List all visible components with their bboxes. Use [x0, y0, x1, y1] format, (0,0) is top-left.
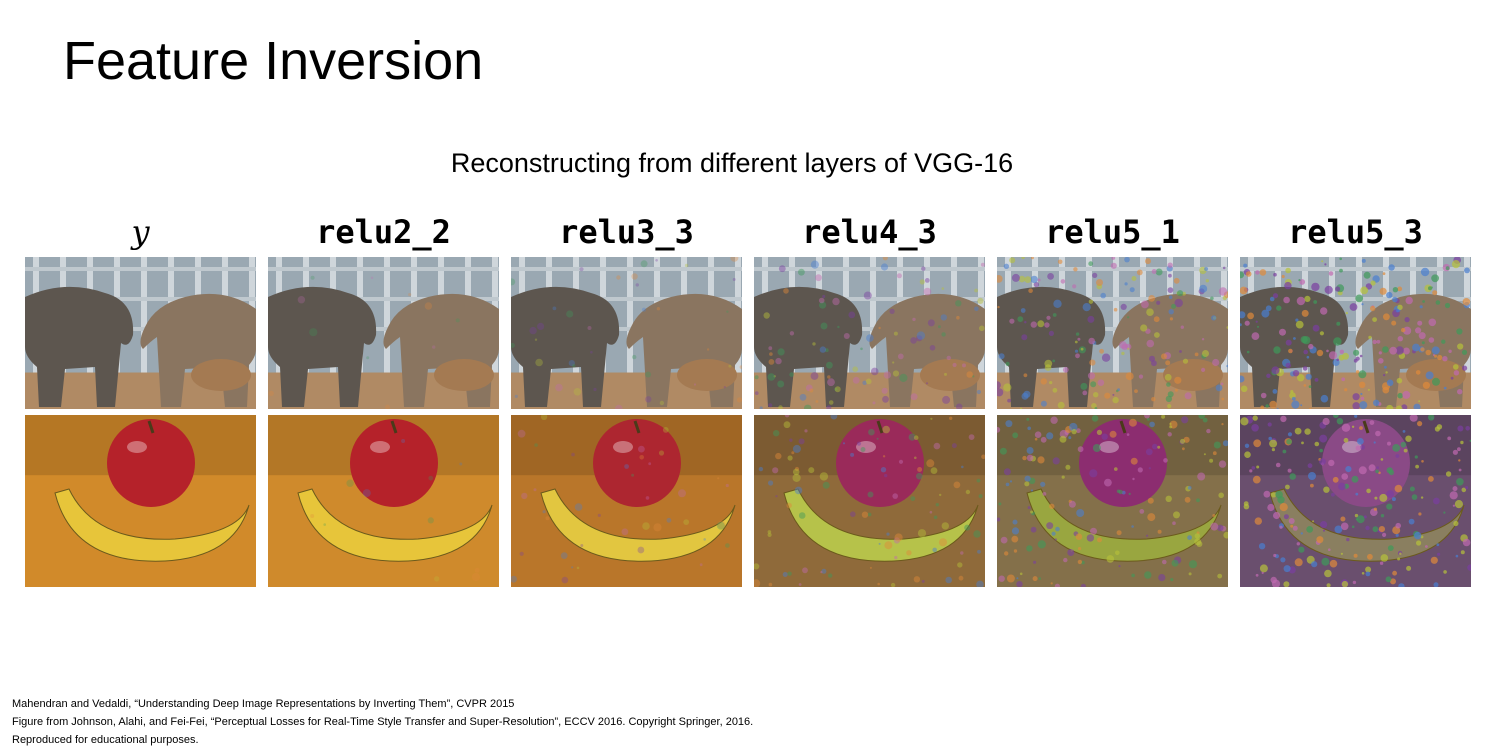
elephants-image: [1240, 257, 1471, 409]
apple-banana-image: [1240, 415, 1471, 587]
elephants-image: [997, 257, 1228, 409]
column-label: relu4_3: [802, 213, 937, 251]
apple-banana-image: [511, 415, 742, 587]
citations: Mahendran and Vedaldi, “Understanding De…: [12, 695, 753, 749]
citation-line: Reproduced for educational purposes.: [12, 734, 199, 746]
elephants-image: [754, 257, 985, 409]
apple-banana-image: [268, 415, 499, 587]
reconstruction-figure: y relu2_2 relu3_3 relu4_3 relu5_1 relu5_3: [25, 210, 1471, 590]
figure-subtitle: Reconstructing from different layers of …: [450, 148, 1014, 178]
citation-line: Mahendran and Vedaldi, “Understanding De…: [12, 698, 515, 710]
column-label: relu5_3: [1288, 213, 1423, 251]
apple-banana-image: [25, 415, 256, 587]
elephants-image: [268, 257, 499, 409]
elephants-image: [25, 257, 256, 409]
apple-banana-image: [997, 415, 1228, 587]
elephants-image: [511, 257, 742, 409]
column-label: relu3_3: [559, 213, 694, 251]
citation-line: Figure from Johnson, Alahi, and Fei-Fei,…: [12, 716, 754, 728]
column-label: relu2_2: [316, 213, 451, 251]
slide-title: Feature Inversion: [63, 31, 484, 91]
apple-banana-image: [754, 415, 985, 587]
column-label: relu5_1: [1045, 213, 1180, 251]
column-label: y: [131, 213, 150, 251]
